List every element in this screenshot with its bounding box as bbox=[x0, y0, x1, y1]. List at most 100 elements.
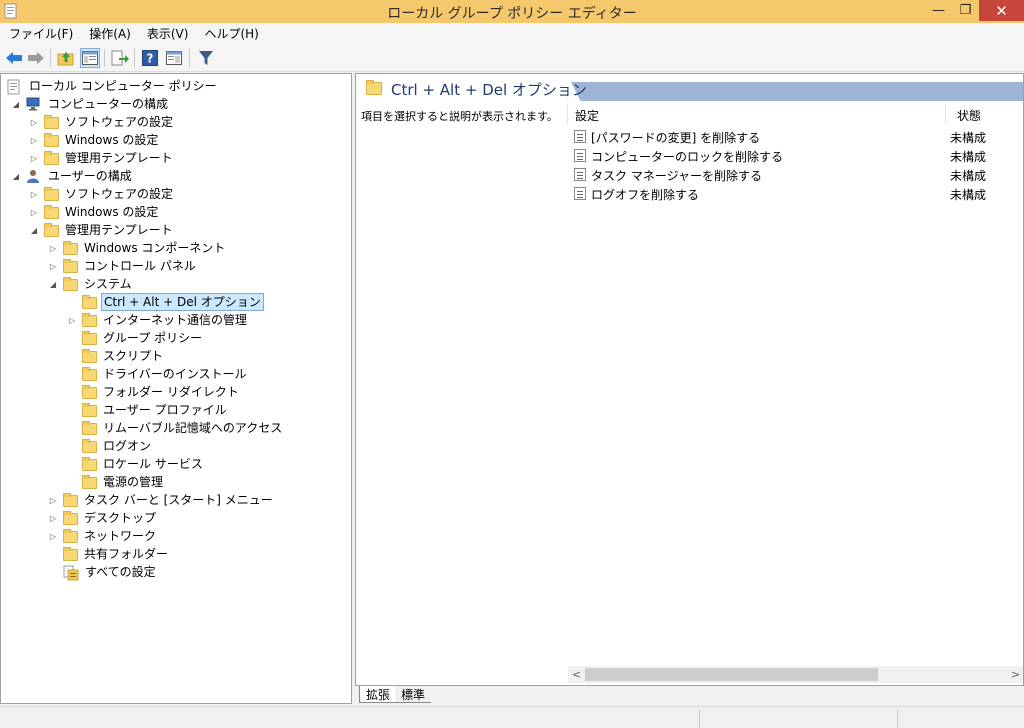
tree-item[interactable]: ▷ 管理用テンプレート bbox=[29, 149, 175, 167]
menu-help[interactable]: ヘルプ(H) bbox=[196, 25, 266, 42]
up-folder-button[interactable] bbox=[56, 48, 76, 68]
menu-file[interactable]: ファイル(F) bbox=[0, 25, 81, 42]
setting-row[interactable]: タスク マネージャーを削除する 未構成 bbox=[572, 165, 1012, 184]
tree-item[interactable]: ▷ インターネット通信の管理 bbox=[67, 311, 249, 329]
no-expander bbox=[67, 477, 77, 487]
tree-item[interactable]: Ctrl + Alt + Del オプション bbox=[67, 293, 264, 311]
expand-arrow-icon[interactable]: ▷ bbox=[29, 135, 39, 145]
restore-button[interactable]: ❐ bbox=[952, 0, 979, 21]
tree-item[interactable]: ▷ ネットワーク bbox=[48, 527, 158, 545]
scroll-thumb[interactable] bbox=[585, 668, 878, 681]
column-header-setting[interactable]: 設定 bbox=[575, 106, 599, 124]
forward-icon bbox=[28, 52, 44, 64]
show-hide-tree-button[interactable] bbox=[80, 48, 100, 68]
setting-name: [パスワードの変更] を削除する bbox=[591, 131, 761, 145]
details-pane: Ctrl + Alt + Del オプション 項目を選択すると説明が表示されます… bbox=[355, 73, 1024, 686]
column-separator[interactable] bbox=[945, 104, 946, 124]
tree-item[interactable]: スクリプト bbox=[67, 347, 165, 365]
tab-standard[interactable]: 標準 bbox=[395, 686, 432, 703]
scroll-right-arrow[interactable]: > bbox=[1007, 666, 1023, 683]
folder-icon bbox=[63, 277, 78, 291]
expand-arrow-icon[interactable]: ▷ bbox=[29, 153, 39, 163]
tree-item[interactable]: リムーバブル記憶域へのアクセス bbox=[67, 419, 284, 437]
help-button[interactable]: ? bbox=[140, 48, 160, 68]
no-expander bbox=[48, 549, 58, 559]
tree-item[interactable]: ▷ Windows の設定 bbox=[29, 131, 160, 149]
expand-arrow-icon[interactable]: ▷ bbox=[29, 117, 39, 127]
folder-icon bbox=[44, 133, 59, 147]
setting-row[interactable]: ログオフを削除する 未構成 bbox=[572, 184, 1012, 203]
tree-item-label: 電源の管理 bbox=[103, 475, 164, 489]
setting-state: 未構成 bbox=[950, 188, 987, 202]
setting-state: 未構成 bbox=[950, 150, 987, 164]
collapse-arrow-icon[interactable]: ◢ bbox=[29, 225, 39, 235]
expand-arrow-icon[interactable]: ▷ bbox=[67, 315, 77, 325]
tree-item[interactable]: ▷ タスク バーと [スタート] メニュー bbox=[48, 491, 275, 509]
window: ローカル グループ ポリシー エディター — ❐ ✕ ファイル(F) 操作(A)… bbox=[0, 0, 1024, 728]
properties-button[interactable] bbox=[164, 48, 184, 68]
tree-item-label: システム bbox=[84, 277, 132, 291]
collapse-arrow-icon[interactable]: ◢ bbox=[48, 279, 58, 289]
tree-item[interactable]: ◢ システム bbox=[48, 275, 134, 293]
close-button[interactable]: ✕ bbox=[979, 0, 1024, 21]
tree-item[interactable]: ◢ ユーザーの構成 bbox=[11, 167, 134, 185]
expand-arrow-icon[interactable]: ▷ bbox=[48, 261, 58, 271]
menu-view[interactable]: 表示(V) bbox=[139, 25, 197, 42]
tree-item[interactable]: ◢ 管理用テンプレート bbox=[29, 221, 175, 239]
export-list-button[interactable] bbox=[110, 48, 130, 68]
back-button[interactable] bbox=[4, 48, 24, 68]
setting-row[interactable]: コンピューターのロックを削除する 未構成 bbox=[572, 146, 1012, 165]
forward-button[interactable] bbox=[26, 48, 46, 68]
tab-extended[interactable]: 拡張 bbox=[359, 686, 397, 703]
tree-item-label: Windows の設定 bbox=[65, 133, 159, 147]
tree-item[interactable]: ▷ ソフトウェアの設定 bbox=[29, 113, 175, 131]
folder-icon bbox=[63, 529, 78, 543]
tree-item-label: ユーザー プロファイル bbox=[103, 403, 227, 417]
expand-arrow-icon[interactable]: ▷ bbox=[48, 531, 58, 541]
expand-arrow-icon[interactable]: ▷ bbox=[48, 513, 58, 523]
menu-bar: ファイル(F) 操作(A) 表示(V) ヘルプ(H) bbox=[0, 23, 1024, 44]
horizontal-scrollbar[interactable]: < > bbox=[568, 666, 1023, 683]
minimize-button[interactable]: — bbox=[925, 0, 952, 21]
help-icon: ? bbox=[142, 50, 158, 66]
tree-item[interactable]: ▷ Windows の設定 bbox=[29, 203, 160, 221]
tree-item[interactable]: ◢ コンピューターの構成 bbox=[11, 95, 170, 113]
tree-item[interactable]: ユーザー プロファイル bbox=[67, 401, 229, 419]
tree-item[interactable]: ▷ コントロール パネル bbox=[48, 257, 198, 275]
svg-text:?: ? bbox=[147, 52, 154, 66]
expand-arrow-icon[interactable]: ▷ bbox=[29, 189, 39, 199]
tree-item[interactable]: フォルダー リダイレクト bbox=[67, 383, 241, 401]
tree-item[interactable]: ロケール サービス bbox=[67, 455, 205, 473]
tree-item[interactable]: ▷ Windows コンポーネント bbox=[48, 239, 227, 257]
setting-row[interactable]: [パスワードの変更] を削除する 未構成 bbox=[572, 127, 1012, 146]
toolbar: ? bbox=[0, 44, 1024, 72]
tree-item[interactable]: 電源の管理 bbox=[67, 473, 165, 491]
expand-arrow-icon[interactable]: ▷ bbox=[48, 495, 58, 505]
status-separator bbox=[699, 710, 700, 728]
expand-arrow-icon[interactable]: ▷ bbox=[29, 207, 39, 217]
tree-item[interactable]: 共有フォルダー bbox=[48, 545, 170, 563]
tree-item[interactable]: ログオン bbox=[67, 437, 153, 455]
tree-item[interactable]: ドライバーのインストール bbox=[67, 365, 249, 383]
no-expander bbox=[67, 441, 77, 451]
tree-item[interactable]: すべての設定 bbox=[48, 563, 158, 581]
menu-action[interactable]: 操作(A) bbox=[81, 25, 139, 42]
collapse-arrow-icon[interactable]: ◢ bbox=[11, 99, 21, 109]
tree-item[interactable]: ▷ ソフトウェアの設定 bbox=[29, 185, 175, 203]
column-header-state[interactable]: 状態 bbox=[957, 106, 981, 124]
details-header: Ctrl + Alt + Del オプション bbox=[356, 74, 1023, 102]
tree-item-label: Ctrl + Alt + Del オプション bbox=[101, 293, 264, 311]
tree-item[interactable]: ▷ デスクトップ bbox=[48, 509, 158, 527]
title-bar[interactable]: ローカル グループ ポリシー エディター — ❐ ✕ bbox=[0, 0, 1024, 23]
tree-item-label: フォルダー リダイレクト bbox=[103, 385, 239, 399]
filter-button[interactable] bbox=[196, 48, 216, 68]
scroll-left-arrow[interactable]: < bbox=[568, 666, 585, 683]
tree-pane[interactable]: ローカル コンピューター ポリシー ◢ コンピューターの構成 ▷ ソフトウェアの設定 ▷ W… bbox=[0, 73, 352, 704]
tree-item[interactable]: ローカル コンピューター ポリシー bbox=[7, 77, 219, 95]
tree-item-label: リムーバブル記憶域へのアクセス bbox=[103, 421, 283, 435]
no-expander bbox=[67, 297, 77, 307]
tree-item[interactable]: グループ ポリシー bbox=[67, 329, 204, 347]
expand-arrow-icon[interactable]: ▷ bbox=[48, 243, 58, 253]
collapse-arrow-icon[interactable]: ◢ bbox=[11, 171, 21, 181]
computer-icon bbox=[26, 97, 42, 111]
